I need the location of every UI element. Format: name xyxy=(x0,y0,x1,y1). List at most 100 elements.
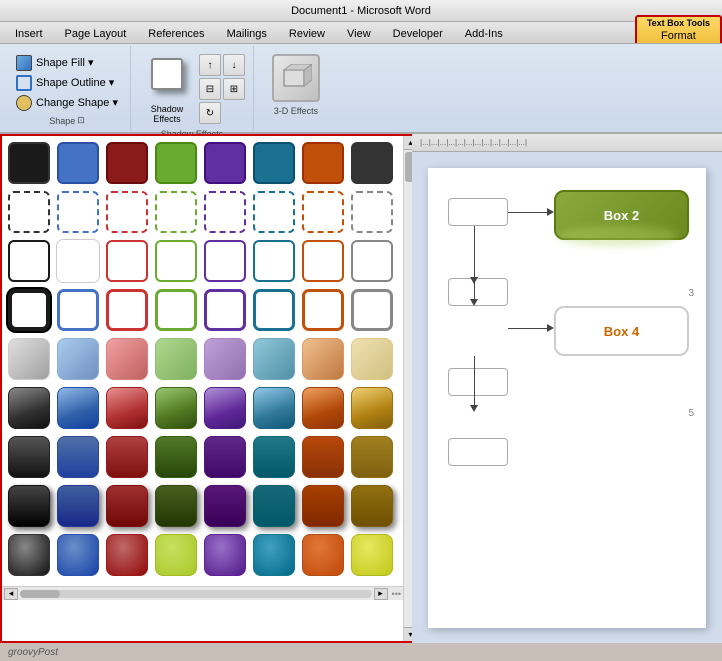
shape-gloss-orange[interactable] xyxy=(302,387,344,429)
shape-dark-blue[interactable] xyxy=(57,436,99,478)
shape-outline-button[interactable]: Shape Outline ▾ xyxy=(12,74,122,92)
shape-gloss-teal[interactable] xyxy=(253,387,295,429)
shape-shadow-black[interactable] xyxy=(8,485,50,527)
shape-solid-blue[interactable] xyxy=(57,142,99,184)
connector-box-3 xyxy=(448,368,508,396)
shape-solid-orange[interactable] xyxy=(302,142,344,184)
tab-format[interactable]: Format xyxy=(645,29,712,43)
tab-mailings[interactable]: Mailings xyxy=(216,23,278,43)
shape-dark-green[interactable] xyxy=(155,436,197,478)
shape-glow-purple[interactable] xyxy=(204,534,246,576)
3d-effects-label: 3-D Effects xyxy=(274,106,318,116)
tab-references[interactable]: References xyxy=(137,23,215,43)
shape-thick-teal[interactable] xyxy=(253,289,295,331)
tab-add-ins[interactable]: Add-Ins xyxy=(454,23,514,43)
shape-glow-orange[interactable] xyxy=(302,534,344,576)
shape-gloss-purple[interactable] xyxy=(204,387,246,429)
shape-thick-black-selected[interactable] xyxy=(8,289,50,331)
shape-group-label: Shape xyxy=(49,116,75,126)
shape-dashed-red[interactable] xyxy=(106,191,148,233)
tab-developer[interactable]: Developer xyxy=(382,23,454,43)
shape-outline-red[interactable] xyxy=(106,240,148,282)
shape-glow-red[interactable] xyxy=(106,534,148,576)
shape-gloss-red[interactable] xyxy=(106,387,148,429)
shape-gloss-blue[interactable] xyxy=(57,387,99,429)
shape-dashed-green[interactable] xyxy=(155,191,197,233)
shape-shadow-yellow[interactable] xyxy=(351,485,393,527)
shape-outline-black[interactable] xyxy=(8,240,50,282)
shape-dashed-gray[interactable] xyxy=(351,191,393,233)
shape-dark-red[interactable] xyxy=(106,436,148,478)
shape-grad-purple[interactable] xyxy=(204,338,246,380)
shape-glow-teal[interactable] xyxy=(253,534,295,576)
box-4[interactable]: Box 4 xyxy=(554,306,689,356)
shape-outline-teal[interactable] xyxy=(253,240,295,282)
shape-dashed-blue[interactable] xyxy=(57,191,99,233)
shape-gloss-green[interactable] xyxy=(155,387,197,429)
3d-effects-button[interactable] xyxy=(264,50,328,106)
shape-grad-red[interactable] xyxy=(106,338,148,380)
tab-insert[interactable]: Insert xyxy=(4,23,54,43)
shape-grad-yellow[interactable] xyxy=(351,338,393,380)
arrange-btn-4[interactable]: ⊞ xyxy=(223,78,245,100)
shape-grad-green[interactable] xyxy=(155,338,197,380)
shape-shadow-orange[interactable] xyxy=(302,485,344,527)
shape-solid-purple[interactable] xyxy=(204,142,246,184)
arrange-btn-3[interactable]: ⊟ xyxy=(199,78,221,100)
title-bar: Document1 - Microsoft Word xyxy=(0,0,722,22)
shape-outline-gray[interactable] xyxy=(351,240,393,282)
shape-solid-green[interactable] xyxy=(155,142,197,184)
shape-picker-panel: ◂ ▸ ••• ▴ ▾ xyxy=(0,134,412,643)
shape-shadow-blue[interactable] xyxy=(57,485,99,527)
shape-gloss-yellow[interactable] xyxy=(351,387,393,429)
shape-grad-gray[interactable] xyxy=(8,338,50,380)
change-shape-button[interactable]: Change Shape ▾ xyxy=(12,94,122,112)
shape-shadow-teal[interactable] xyxy=(253,485,295,527)
shape-dark-orange[interactable] xyxy=(302,436,344,478)
shadow-effects-button[interactable]: ShadowEffects xyxy=(139,50,195,128)
shape-glow-yellow-green[interactable] xyxy=(155,534,197,576)
shape-grad-orange[interactable] xyxy=(302,338,344,380)
shape-outline-orange[interactable] xyxy=(302,240,344,282)
shape-thick-green[interactable] xyxy=(155,289,197,331)
arrange-btn-5[interactable]: ↻ xyxy=(199,102,221,124)
tab-view[interactable]: View xyxy=(336,23,382,43)
shape-dashed-purple[interactable] xyxy=(204,191,246,233)
shape-glow-black[interactable] xyxy=(8,534,50,576)
tab-page-layout[interactable]: Page Layout xyxy=(54,23,138,43)
tab-review[interactable]: Review xyxy=(278,23,336,43)
shape-shadow-green[interactable] xyxy=(155,485,197,527)
shape-thick-gray[interactable] xyxy=(351,289,393,331)
shape-outline-purple[interactable] xyxy=(204,240,246,282)
shape-gloss-black[interactable] xyxy=(8,387,50,429)
shape-glow-yellow[interactable] xyxy=(351,534,393,576)
shape-solid-teal[interactable] xyxy=(253,142,295,184)
shape-fill-button[interactable]: Shape Fill ▾ xyxy=(12,54,122,72)
shape-solid-black[interactable] xyxy=(8,142,50,184)
shape-outline-white[interactable] xyxy=(57,240,99,282)
shape-grad-blue[interactable] xyxy=(57,338,99,380)
shape-dark-black[interactable] xyxy=(8,436,50,478)
shape-group-expand[interactable]: ⊡ xyxy=(77,115,85,126)
shape-dark-teal[interactable] xyxy=(253,436,295,478)
shape-dark-yellow[interactable] xyxy=(351,436,393,478)
shape-shadow-purple[interactable] xyxy=(204,485,246,527)
shape-thick-blue[interactable] xyxy=(57,289,99,331)
scroll-h-thumb[interactable] xyxy=(20,590,60,598)
shape-thick-orange[interactable] xyxy=(302,289,344,331)
shape-outline-green[interactable] xyxy=(155,240,197,282)
scroll-left-btn[interactable]: ◂ xyxy=(4,588,18,600)
shape-dashed-black[interactable] xyxy=(8,191,50,233)
shape-glow-blue[interactable] xyxy=(57,534,99,576)
shape-dashed-teal[interactable] xyxy=(253,191,295,233)
shape-dashed-orange[interactable] xyxy=(302,191,344,233)
scroll-right-btn[interactable]: ▸ xyxy=(374,588,388,600)
shape-grad-teal[interactable] xyxy=(253,338,295,380)
shape-shadow-red[interactable] xyxy=(106,485,148,527)
arrange-btn-2[interactable]: ↓ xyxy=(223,54,245,76)
arrange-btn-1[interactable]: ↑ xyxy=(199,54,221,76)
shape-solid-darkred[interactable] xyxy=(106,142,148,184)
shape-thick-purple[interactable] xyxy=(204,289,246,331)
shape-thick-red[interactable] xyxy=(106,289,148,331)
shape-dark-purple[interactable] xyxy=(204,436,246,478)
